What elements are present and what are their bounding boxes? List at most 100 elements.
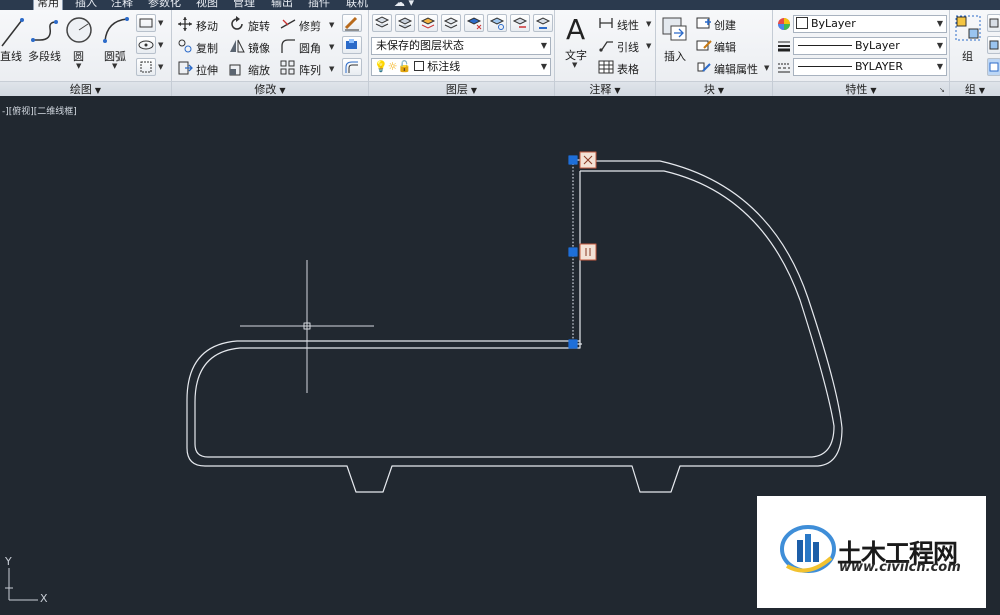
lineweight-icon[interactable] xyxy=(777,40,791,52)
edit-block-button[interactable]: 编辑 xyxy=(714,39,736,55)
tab-annotate[interactable]: 注释 xyxy=(108,0,136,10)
polyline-button-label[interactable]: 多段线 xyxy=(28,48,61,64)
grip-menu-icon-middle[interactable] xyxy=(579,243,597,261)
color-wheel-icon[interactable] xyxy=(777,17,791,31)
leader-dropdown-arrow[interactable]: ▼ xyxy=(646,42,651,50)
create-block-button[interactable]: 创建 xyxy=(714,17,736,33)
layer-on-bulb-icon[interactable]: 💡 xyxy=(374,60,388,73)
rectangle-dropdown-arrow[interactable]: ▼ xyxy=(158,19,163,27)
layer-properties-button[interactable] xyxy=(372,14,392,32)
table-button[interactable]: 表格 xyxy=(617,61,639,77)
rotate-icon[interactable] xyxy=(229,16,245,32)
fillet-dropdown-arrow[interactable]: ▼ xyxy=(329,43,334,51)
trim-dropdown-arrow[interactable]: ▼ xyxy=(329,21,334,29)
rectangle-tool[interactable] xyxy=(136,14,156,32)
layer-lock-button[interactable] xyxy=(510,14,530,32)
create-block-icon[interactable] xyxy=(696,16,712,30)
line-button-label[interactable]: 直线 xyxy=(0,48,22,64)
erase-tool[interactable] xyxy=(342,14,362,32)
group-edit-tool[interactable] xyxy=(987,36,1000,54)
group-select-tool[interactable] xyxy=(987,58,1000,76)
group-panel-title[interactable]: 组 ▼ xyxy=(950,81,1000,96)
modify-panel-title[interactable]: 修改 ▼ xyxy=(172,81,368,96)
lineweight-dropdown[interactable]: ByLayer ▼ xyxy=(793,37,947,55)
grip-menu-icon-top[interactable] xyxy=(579,151,597,169)
layer-freeze-button[interactable] xyxy=(487,14,507,32)
scale-icon[interactable] xyxy=(229,60,245,76)
tab-parametric[interactable]: 参数化 xyxy=(145,0,184,10)
trim-button[interactable]: 修剪 xyxy=(299,18,321,34)
linetype-icon[interactable] xyxy=(777,62,791,74)
scale-button[interactable]: 缩放 xyxy=(248,62,270,78)
stretch-icon[interactable] xyxy=(177,60,193,76)
edit-attributes-button[interactable]: 编辑属性 xyxy=(714,61,758,77)
linear-dimension-icon[interactable] xyxy=(598,16,614,30)
copy-icon[interactable] xyxy=(177,38,193,54)
table-icon[interactable] xyxy=(598,60,614,74)
layer-previous-button[interactable] xyxy=(395,14,415,32)
text-icon[interactable]: A xyxy=(564,13,588,43)
current-layer-dropdown[interactable]: 💡☼🔓 标注线 ▼ xyxy=(371,58,551,76)
insert-block-label[interactable]: 插入 xyxy=(664,48,686,64)
tab-view[interactable]: 视图 xyxy=(193,0,221,10)
array-dropdown-arrow[interactable]: ▼ xyxy=(329,65,334,73)
layers-panel-title[interactable]: 图层 ▼ xyxy=(369,81,554,96)
layer-sun-icon[interactable]: ☼ xyxy=(388,60,398,73)
leader-icon[interactable] xyxy=(598,38,614,52)
group-icon[interactable] xyxy=(955,15,983,43)
annotation-panel-title[interactable]: 注释 ▼ xyxy=(555,81,655,96)
edit-attributes-dropdown-arrow[interactable]: ▼ xyxy=(764,64,769,72)
ungroup-tool[interactable] xyxy=(987,14,1000,32)
circle-dropdown-arrow[interactable]: ▼ xyxy=(76,62,81,70)
arc-dropdown-arrow[interactable]: ▼ xyxy=(112,62,117,70)
grip-top[interactable] xyxy=(568,155,578,165)
hatch-tool[interactable] xyxy=(136,36,156,54)
move-icon[interactable] xyxy=(177,16,193,32)
stretch-button[interactable]: 拉伸 xyxy=(196,62,218,78)
leader-button[interactable]: 引线 xyxy=(617,39,639,55)
explode-tool[interactable] xyxy=(342,36,362,54)
color-dropdown[interactable]: ByLayer ▼ xyxy=(793,15,947,33)
properties-launcher-icon[interactable]: ↘ xyxy=(939,86,945,94)
grip-bottom[interactable] xyxy=(568,339,578,349)
rotate-button[interactable]: 旋转 xyxy=(248,18,270,34)
tab-insert[interactable]: 插入 xyxy=(72,0,100,10)
move-button[interactable]: 移动 xyxy=(196,18,218,34)
array-icon[interactable] xyxy=(280,60,296,76)
linear-dropdown-arrow[interactable]: ▼ xyxy=(646,20,651,28)
layer-unisolate-button[interactable] xyxy=(441,14,461,32)
inner-profile-polyline[interactable] xyxy=(194,170,835,458)
arc-icon[interactable] xyxy=(101,15,131,45)
fillet-button[interactable]: 圆角 xyxy=(299,40,321,56)
tab-plugins[interactable]: 插件 xyxy=(305,0,333,10)
linetype-dropdown[interactable]: BYLAYER ▼ xyxy=(793,58,947,76)
array-button[interactable]: 阵列 xyxy=(299,62,321,78)
copy-button[interactable]: 复制 xyxy=(196,40,218,56)
edit-block-icon[interactable] xyxy=(696,38,712,52)
line-icon[interactable] xyxy=(0,16,26,50)
layer-match-button[interactable] xyxy=(533,14,553,32)
trim-icon[interactable] xyxy=(280,16,296,32)
circle-icon[interactable] xyxy=(64,15,94,45)
block-panel-title[interactable]: 块 ▼ xyxy=(656,81,772,96)
fillet-icon[interactable] xyxy=(280,38,296,54)
layer-off-button[interactable] xyxy=(464,14,484,32)
polyline-icon[interactable] xyxy=(30,18,60,46)
boundary-tool[interactable] xyxy=(136,58,156,76)
group-button-label[interactable]: 组 xyxy=(962,48,973,64)
linear-dimension-button[interactable]: 线性 xyxy=(617,17,639,33)
tab-output[interactable]: 输出 xyxy=(268,0,296,10)
tab-manage[interactable]: 管理 xyxy=(230,0,258,10)
properties-panel-title[interactable]: 特性 ▼ xyxy=(773,81,949,96)
layer-isolate-button[interactable] xyxy=(418,14,438,32)
insert-block-icon[interactable] xyxy=(661,15,689,43)
layer-state-dropdown[interactable]: 未保存的图层状态 ▼ xyxy=(371,37,551,55)
tab-home[interactable]: 常用 xyxy=(33,0,63,10)
mirror-button[interactable]: 镜像 xyxy=(248,40,270,56)
grip-middle[interactable] xyxy=(568,247,578,257)
a360-cloud-icon[interactable]: ☁ ▾ xyxy=(394,0,414,9)
mirror-icon[interactable] xyxy=(229,38,245,54)
offset-tool[interactable] xyxy=(342,58,362,76)
boundary-dropdown-arrow[interactable]: ▼ xyxy=(158,63,163,71)
edit-attributes-icon[interactable] xyxy=(696,60,712,74)
